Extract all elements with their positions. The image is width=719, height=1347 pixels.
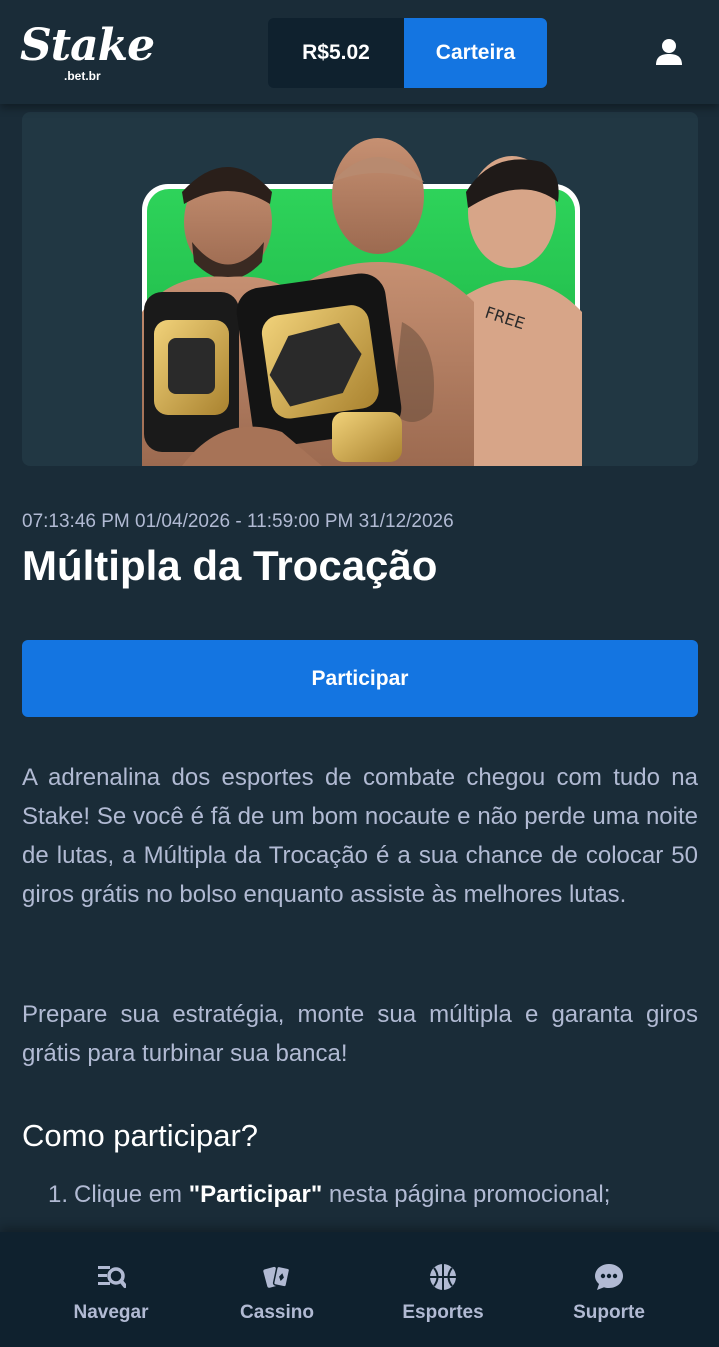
stake-logo[interactable]: Stake .bet.br — [20, 20, 155, 84]
nav-item-casino[interactable]: Cassino — [194, 1232, 360, 1347]
nav-item-support[interactable]: Suporte — [526, 1232, 692, 1347]
top-header: Stake .bet.br R$5.02 Carteira — [0, 0, 719, 104]
promo-date-range: 07:13:46 PM 01/04/2026 - 11:59:00 PM 31/… — [22, 511, 454, 532]
nav-label-browse: Navegar — [73, 1302, 149, 1323]
list-item: 1. Clique em "Participar" nesta página p… — [22, 1175, 698, 1214]
participate-button[interactable]: Participar — [22, 640, 698, 717]
promo-description: A adrenalina dos esportes de combate che… — [22, 764, 698, 908]
wallet-button[interactable]: Carteira — [404, 18, 547, 88]
step-highlight: "Participar" — [188, 1181, 323, 1208]
browse-icon — [98, 1266, 126, 1288]
steps-list: 1. Clique em "Participar" nesta página p… — [22, 1175, 698, 1230]
nav-label-casino: Cassino — [240, 1302, 314, 1323]
promo-banner: FREE — [22, 112, 698, 466]
bottom-nav: Navegar Cassino Esportes Suporte — [0, 1232, 719, 1347]
balance-display[interactable]: R$5.02 — [268, 18, 404, 88]
cards-icon — [263, 1265, 291, 1288]
wallet-widget: R$5.02 Carteira — [268, 18, 547, 88]
nav-item-sports[interactable]: Esportes — [360, 1232, 526, 1347]
step-text: Clique em "Participar" nesta página prom… — [74, 1175, 698, 1214]
how-to-title: Como participar? — [22, 1118, 259, 1153]
step-text-post: nesta página promocional; — [322, 1181, 611, 1208]
user-icon[interactable] — [654, 37, 684, 67]
basketball-icon — [430, 1264, 456, 1290]
banner-image: FREE — [142, 138, 582, 466]
promo-cta-text: Prepare sua estratégia, monte sua múltip… — [22, 1001, 698, 1067]
nav-label-sports: Esportes — [402, 1302, 484, 1323]
logo-wordmark: Stake — [20, 20, 155, 71]
logo-domain: .bet.br — [64, 69, 101, 83]
chat-icon — [595, 1264, 623, 1290]
nav-item-browse[interactable]: Navegar — [28, 1232, 194, 1347]
nav-label-support: Suporte — [573, 1302, 645, 1323]
promo-title: Múltipla da Trocação — [22, 542, 438, 589]
step-number: 1. — [47, 1181, 68, 1208]
step-text-pre: Clique em — [74, 1181, 189, 1208]
